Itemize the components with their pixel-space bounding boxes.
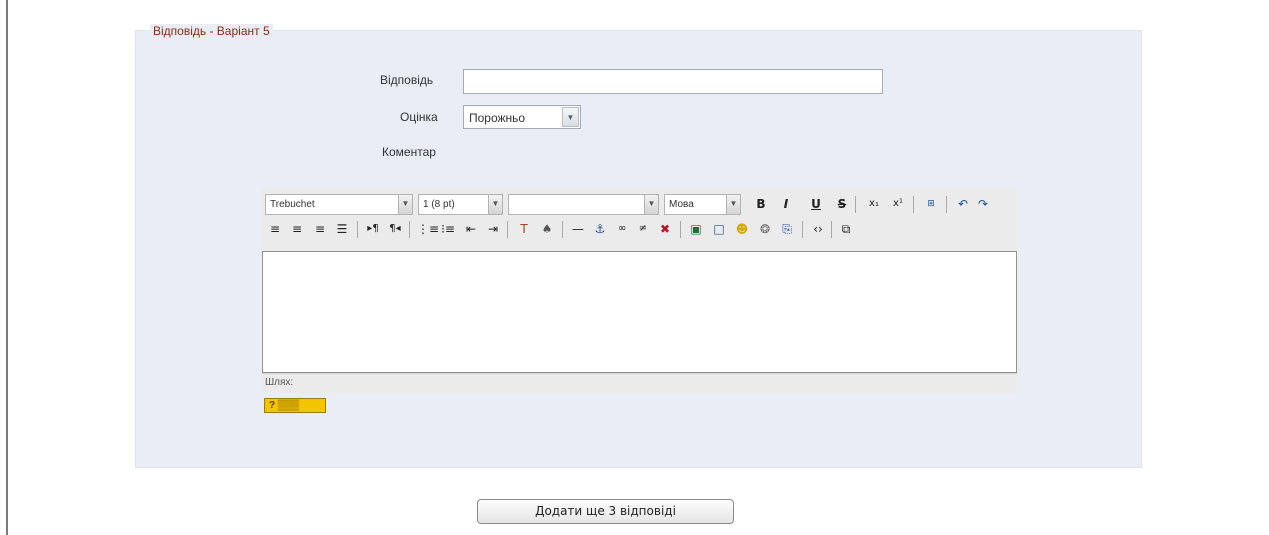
- font-size-value: 1 (8 pt): [423, 199, 455, 210]
- paragraph-style-select[interactable]: ▼: [508, 194, 659, 215]
- background-color-icon[interactable]: ♠: [538, 220, 556, 238]
- chevron-down-icon[interactable]: ▼: [562, 107, 579, 127]
- comment-label: Коментар: [382, 145, 436, 159]
- unordered-list-icon[interactable]: ⁝≡: [439, 220, 457, 238]
- redo-icon[interactable]: ↷: [974, 195, 992, 213]
- grade-select-value: Порожньо: [469, 111, 526, 125]
- font-family-value: Trebuchet: [270, 199, 315, 210]
- link-icon[interactable]: ∞: [613, 220, 631, 238]
- ordered-list-icon[interactable]: ⋮≡: [417, 220, 439, 238]
- horizontal-rule-icon[interactable]: —: [569, 220, 587, 238]
- align-justify-icon[interactable]: ☰: [333, 220, 351, 238]
- toolbar-separator: [357, 221, 358, 238]
- subscript-icon[interactable]: x₁: [865, 195, 883, 213]
- unlink-icon[interactable]: ≠: [634, 220, 652, 238]
- answer-input[interactable]: [463, 69, 883, 94]
- help-icon[interactable]: ? ▒▒▒: [264, 398, 326, 413]
- toolbar-separator: [507, 221, 508, 238]
- align-right-icon[interactable]: ≡: [311, 220, 329, 238]
- chevron-down-icon[interactable]: ▼: [644, 195, 658, 214]
- insert-table-icon[interactable]: □: [710, 220, 728, 238]
- toolbar-separator: [562, 221, 563, 238]
- editor-text-area[interactable]: [262, 251, 1017, 373]
- undo-icon[interactable]: ↶: [954, 195, 972, 213]
- html-source-icon[interactable]: ‹›: [809, 220, 827, 238]
- insert-image-icon[interactable]: ▣: [687, 220, 705, 238]
- language-select[interactable]: Мова ▼: [664, 194, 741, 215]
- toolbar-separator: [409, 221, 410, 238]
- toolbar-separator: [802, 221, 803, 238]
- font-size-select[interactable]: 1 (8 pt) ▼: [418, 194, 503, 215]
- grade-label: Оцінка: [400, 110, 438, 124]
- special-char-icon[interactable]: ❂: [756, 220, 774, 238]
- fieldset-legend: Відповідь - Варіант 5: [150, 24, 273, 38]
- toolbar-separator: [855, 196, 856, 213]
- left-border: [6, 0, 8, 535]
- indent-icon[interactable]: ⇥: [484, 220, 502, 238]
- language-value: Мова: [669, 199, 694, 210]
- clean-html-icon[interactable]: ⊞: [922, 195, 940, 213]
- ltr-icon[interactable]: ▸¶: [364, 220, 382, 238]
- answer-label: Відповідь: [380, 73, 434, 87]
- chevron-down-icon[interactable]: ▼: [398, 195, 412, 214]
- strikethrough-icon[interactable]: S: [833, 195, 851, 213]
- italic-icon[interactable]: I: [777, 195, 795, 213]
- search-replace-icon[interactable]: ⎘: [778, 220, 796, 238]
- align-center-icon[interactable]: ≡: [288, 220, 306, 238]
- text-color-icon[interactable]: T: [515, 220, 533, 238]
- grade-select[interactable]: Порожньо ▼: [463, 105, 581, 129]
- chevron-down-icon[interactable]: ▼: [488, 195, 502, 214]
- rtl-icon[interactable]: ¶◂: [386, 220, 404, 238]
- editor-toolbar: Trebuchet ▼ 1 (8 pt) ▼ ▼ Мова ▼ B I U S …: [262, 188, 1017, 251]
- align-left-icon[interactable]: ≡: [266, 220, 284, 238]
- underline-icon[interactable]: U: [807, 195, 825, 213]
- superscript-icon[interactable]: x¹: [889, 195, 907, 213]
- html-editor: Trebuchet ▼ 1 (8 pt) ▼ ▼ Мова ▼ B I U S …: [262, 188, 1017, 393]
- font-family-select[interactable]: Trebuchet ▼: [265, 194, 413, 215]
- chevron-down-icon[interactable]: ▼: [726, 195, 740, 214]
- path-label: Шлях:: [265, 377, 294, 388]
- bold-icon[interactable]: B: [752, 195, 770, 213]
- toolbar-separator: [831, 221, 832, 238]
- smiley-icon[interactable]: ☻: [733, 220, 751, 238]
- outdent-icon[interactable]: ⇤: [462, 220, 480, 238]
- add-answers-button[interactable]: Додати ще 3 відповіді: [477, 499, 734, 524]
- fullscreen-icon[interactable]: ⧉: [837, 220, 855, 238]
- editor-statusbar: Шлях:: [262, 373, 1017, 393]
- toolbar-separator: [680, 221, 681, 238]
- toolbar-separator: [913, 196, 914, 213]
- anchor-icon[interactable]: ⚓: [591, 220, 609, 238]
- nolink-icon[interactable]: ✖: [656, 220, 674, 238]
- toolbar-separator: [946, 196, 947, 213]
